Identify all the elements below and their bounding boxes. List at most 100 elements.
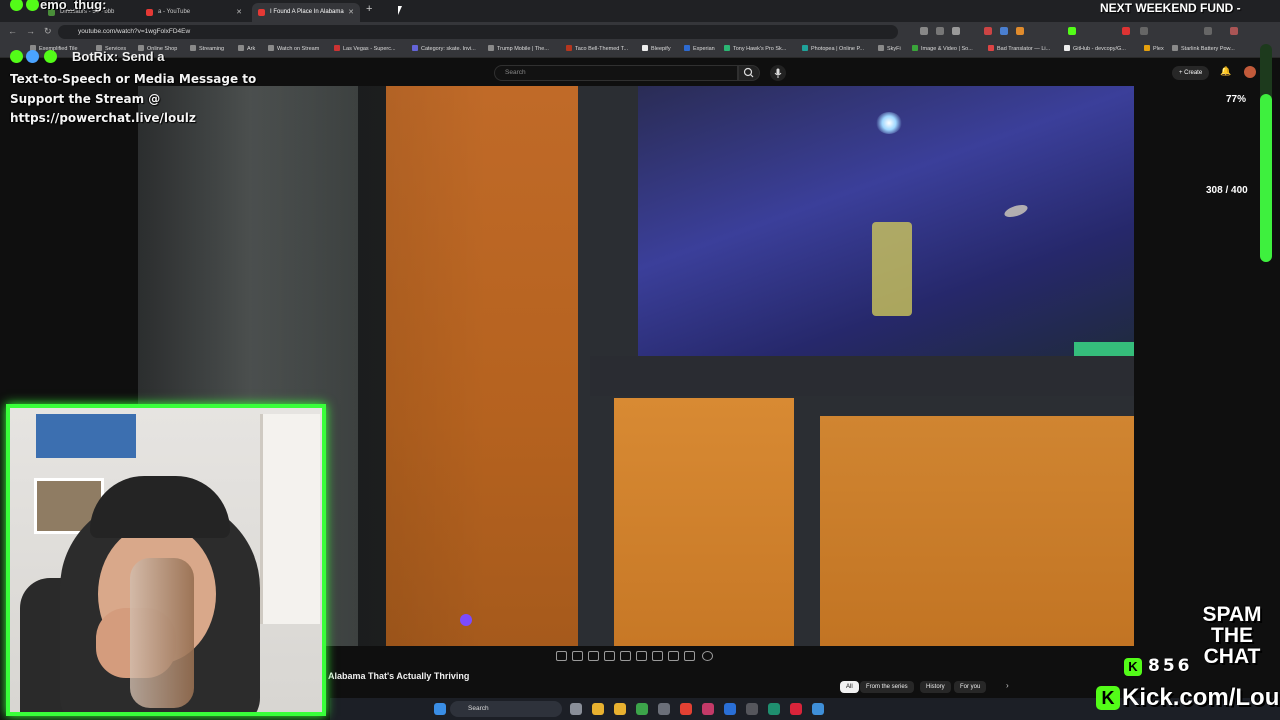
- browser-tabbar: Dinosaurs - 54 - bbb a - YouTube ✕ I Fou…: [0, 0, 1280, 22]
- fullscreen-icon[interactable]: [668, 651, 679, 661]
- tab-close-icon[interactable]: ✕: [348, 3, 354, 22]
- bookmark-item[interactable]: SkyFi: [878, 45, 901, 52]
- kick-url: Kick.com/Loulz: [1122, 684, 1280, 711]
- fund-goal-progress: 308 / 400: [1206, 185, 1248, 196]
- taskbar-search[interactable]: Search: [450, 701, 562, 717]
- verified-badge-icon: [44, 50, 57, 63]
- bookmark-item[interactable]: Category: skate. Invi...: [412, 45, 476, 52]
- tab-alabama-video[interactable]: I Found A Place In Alabama ✕: [252, 3, 360, 22]
- extension-icon[interactable]: [1000, 27, 1008, 35]
- forward-arrow-icon[interactable]: →: [26, 26, 35, 36]
- file-explorer-icon[interactable]: [592, 703, 604, 715]
- loop-icon[interactable]: [556, 651, 567, 661]
- settings-gear-icon[interactable]: [702, 651, 713, 661]
- kick-extension-icon[interactable]: [1068, 27, 1076, 35]
- bot-name: BotRix:: [72, 49, 119, 64]
- player-controls: [556, 650, 718, 663]
- kick-badge-icon: [10, 50, 23, 63]
- extension-icon[interactable]: [920, 27, 928, 35]
- notifications-bell-icon[interactable]: 🔔: [1220, 66, 1231, 77]
- youtube-search-input[interactable]: Search: [494, 65, 738, 81]
- star-icon[interactable]: [952, 27, 960, 35]
- miniplayer-icon[interactable]: [636, 651, 647, 661]
- fund-goal-meter-fill: [1260, 94, 1272, 262]
- camera-icon[interactable]: [684, 651, 695, 661]
- app-icon[interactable]: [746, 703, 758, 715]
- bookmark-item[interactable]: Starlink Battery Pow...: [1172, 45, 1235, 52]
- screenshot-icon[interactable]: [620, 651, 631, 661]
- bookmark-item[interactable]: Experian: [684, 45, 715, 52]
- back-arrow-icon[interactable]: ←: [8, 26, 17, 36]
- account-avatar[interactable]: [1244, 66, 1256, 78]
- bookmark-item[interactable]: Streaming: [190, 45, 224, 52]
- mouse-cursor-icon: [398, 6, 402, 15]
- bookmark-item[interactable]: Ark: [238, 45, 255, 52]
- windows-start-icon[interactable]: [434, 703, 446, 715]
- extension-icon[interactable]: [1122, 27, 1130, 35]
- chrome-icon[interactable]: [680, 703, 692, 715]
- youtube-favicon-icon: [146, 9, 153, 16]
- tab-youtube[interactable]: a - YouTube ✕: [140, 3, 248, 22]
- chat-message: Text-to-Speech or Media Message to Suppo…: [10, 72, 257, 125]
- profile-icon[interactable]: [1230, 27, 1238, 35]
- obs-icon[interactable]: [658, 703, 670, 715]
- bookmark-item[interactable]: Las Vegas - Superc...: [334, 45, 396, 52]
- task-view-icon[interactable]: [570, 703, 582, 715]
- edge-icon[interactable]: [768, 703, 780, 715]
- reload-icon[interactable]: ↻: [44, 26, 52, 37]
- theater-icon[interactable]: [652, 651, 663, 661]
- bookmark-item[interactable]: Bad Translator — Li...: [988, 45, 1050, 52]
- video-title: Alabama That's Actually Thriving: [328, 671, 470, 681]
- bot-first-words: Send a: [121, 49, 165, 64]
- tab-close-icon[interactable]: ✕: [236, 3, 242, 22]
- spam-line: THE: [1211, 624, 1253, 647]
- extension-icon[interactable]: [1016, 27, 1024, 35]
- app-icon[interactable]: [724, 703, 736, 715]
- chip-for-you[interactable]: For you: [954, 681, 987, 693]
- bookmark-item[interactable]: Tony Hawk's Pro Sk...: [724, 45, 786, 52]
- search-button[interactable]: [738, 65, 760, 81]
- spam-line: SPAM: [1202, 603, 1262, 626]
- search-icon[interactable]: [936, 27, 944, 35]
- chip-history[interactable]: History: [920, 681, 951, 693]
- water-bottle: [130, 558, 194, 708]
- bookmark-item[interactable]: Taco Bell-Themed T...: [566, 45, 628, 52]
- chips-next-chevron-icon[interactable]: ›: [1006, 681, 1009, 690]
- chip-from-the-series[interactable]: From the series: [860, 681, 914, 693]
- bookmark-item[interactable]: Photopea | Online P...: [802, 45, 864, 52]
- filmstrip-icon[interactable]: [604, 651, 615, 661]
- extension-icon[interactable]: [984, 27, 992, 35]
- captions-icon[interactable]: [588, 651, 599, 661]
- create-label: Create: [1184, 70, 1203, 76]
- new-tab-plus-icon[interactable]: +: [366, 3, 372, 15]
- browser-toolbar: ← → ↻ youtube.com/watch?v=1wgFolxFD4Ew: [0, 22, 1280, 42]
- sidebar-icon[interactable]: [1204, 27, 1212, 35]
- bookmark-item[interactable]: Plex: [1144, 45, 1164, 52]
- spam-the-chat-overlay: SPAM THE CHAT: [1188, 604, 1276, 667]
- bookmark-item[interactable]: Watch on Stream: [268, 45, 319, 52]
- bookmark-item[interactable]: Bleepify: [642, 45, 671, 52]
- xbox-icon[interactable]: [636, 703, 648, 715]
- tab-label: a - YouTube: [158, 9, 191, 15]
- fund-goal-percent: 77%: [1226, 94, 1247, 105]
- bookmarks-bar: Exemplified Tile Services Online Shop St…: [0, 42, 1280, 58]
- bookmark-item[interactable]: GitHub - devcopy/G...: [1064, 45, 1126, 52]
- chip-all[interactable]: All: [840, 681, 859, 693]
- webcam-feed: [6, 404, 326, 716]
- viewer-count: 856: [1148, 656, 1193, 676]
- voice-search-button[interactable]: [770, 65, 786, 81]
- create-button[interactable]: + Create: [1172, 66, 1210, 80]
- extension-icon[interactable]: [1140, 27, 1148, 35]
- bookmark-item[interactable]: Image & Video | So...: [912, 45, 973, 52]
- video-scene-dot: [460, 614, 472, 626]
- audio-icon[interactable]: [572, 651, 583, 661]
- bookmark-item[interactable]: Trump Mobile | The...: [488, 45, 549, 52]
- notepad-icon[interactable]: [812, 703, 824, 715]
- app-icon[interactable]: [702, 703, 714, 715]
- folder-icon[interactable]: [614, 703, 626, 715]
- address-bar[interactable]: youtube.com/watch?v=1wgFolxFD4Ew: [58, 25, 898, 39]
- screen: Dinosaurs - 54 - bbb a - YouTube ✕ I Fou…: [0, 0, 1280, 720]
- tab-label: I Found A Place In Alabama: [270, 9, 344, 15]
- bot-line: BotRix: Send a: [72, 49, 164, 64]
- opera-icon[interactable]: [790, 703, 802, 715]
